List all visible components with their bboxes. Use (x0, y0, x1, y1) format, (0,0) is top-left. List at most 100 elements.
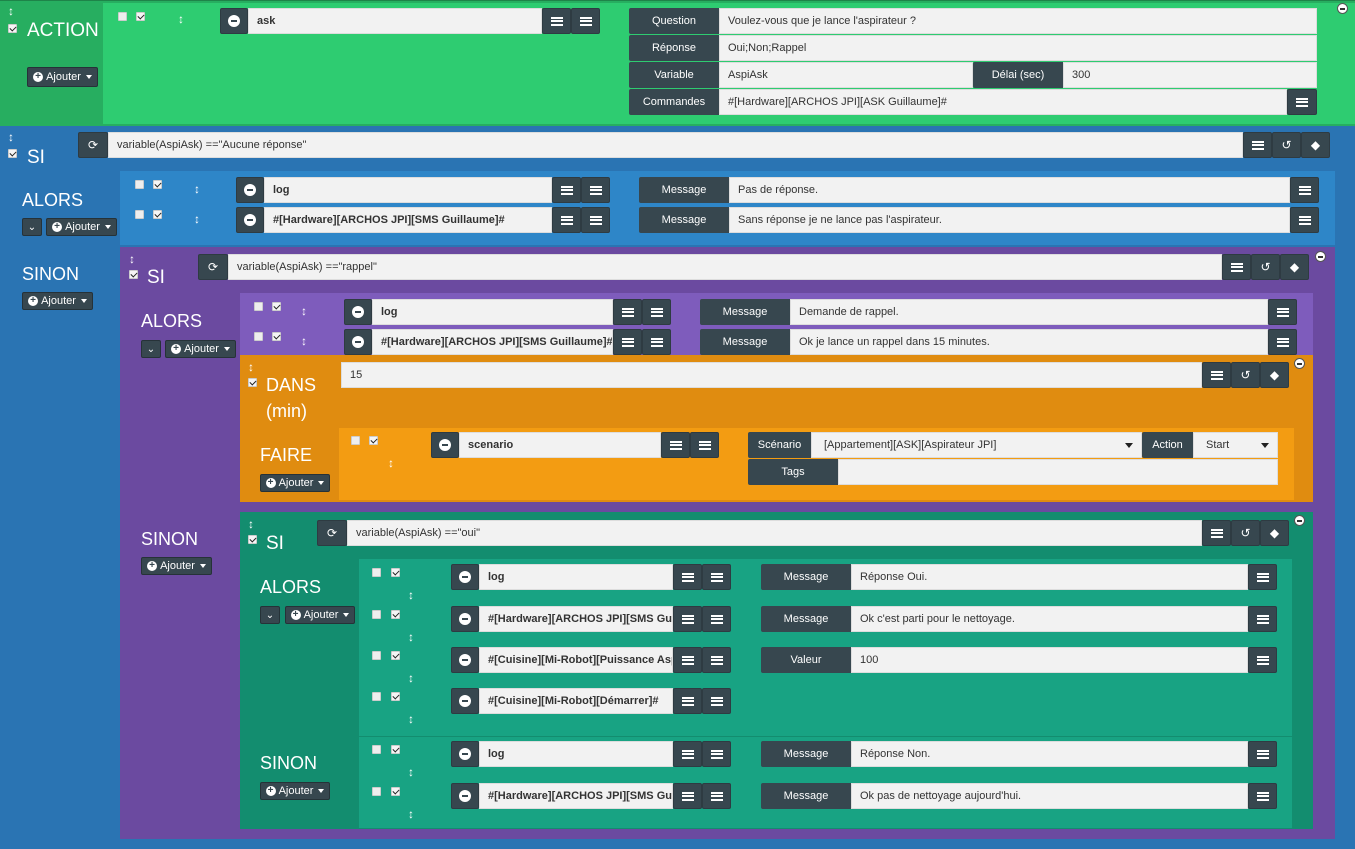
select-command-button[interactable] (542, 8, 571, 34)
remove-action-button[interactable] (451, 647, 479, 673)
select-command-button[interactable] (613, 329, 642, 355)
select-command-button-2[interactable] (642, 299, 671, 325)
message-input[interactable]: Sans réponse je ne lance pas l'aspirateu… (729, 207, 1290, 233)
select-command-button-2[interactable] (702, 647, 731, 673)
message-list-button[interactable] (1248, 606, 1277, 632)
si2-cube-button[interactable]: ◆ (1280, 254, 1309, 280)
si3-alors-add-button[interactable]: + Ajouter (285, 606, 355, 624)
si1-cube-button[interactable]: ◆ (1301, 132, 1330, 158)
reponse-input[interactable]: Oui;Non;Rappel (719, 35, 1317, 61)
select-command-button-2[interactable] (571, 8, 600, 34)
row-checkbox[interactable] (351, 436, 360, 445)
select-command-button[interactable] (552, 207, 581, 233)
action-command-input[interactable]: log (264, 177, 552, 203)
drag-handle-icon[interactable]: ↕ (407, 808, 415, 820)
remove-action-button[interactable] (451, 741, 479, 767)
select-command-button[interactable] (673, 564, 702, 590)
action-command-input[interactable]: log (372, 299, 613, 325)
row-checkbox[interactable] (372, 651, 381, 660)
action-command-input[interactable]: #[Cuisine][Mi-Robot][Démarrer]# (479, 688, 673, 714)
action-command-input[interactable]: #[Hardware][ARCHOS JPI][SMS Guillaume]# (372, 329, 613, 355)
select-command-button[interactable] (673, 783, 702, 809)
si2-alors-add-button[interactable]: + Ajouter (165, 340, 236, 358)
select-command-button[interactable] (552, 177, 581, 203)
si2-history-button[interactable]: ↺ (1251, 254, 1280, 280)
drag-handle-icon[interactable]: ↕ (128, 253, 136, 265)
si3-sinon-add-button[interactable]: + Ajouter (260, 782, 330, 800)
si1-list-button[interactable] (1243, 132, 1272, 158)
si1-alors-add-button[interactable]: + Ajouter (46, 218, 117, 236)
tags-input[interactable] (838, 459, 1278, 485)
remove-action-button[interactable] (344, 299, 372, 325)
row-checkbox[interactable] (135, 210, 144, 219)
select-command-button-2[interactable] (702, 606, 731, 632)
variable-input[interactable]: AspiAsk (719, 62, 973, 88)
action-command-input[interactable]: ask (248, 8, 542, 34)
select-command-button-2[interactable] (581, 177, 610, 203)
message-list-button[interactable] (1268, 329, 1297, 355)
row-enabled-checkbox[interactable] (391, 692, 400, 701)
action-enabled-checkbox[interactable] (136, 12, 145, 21)
row-checkbox[interactable] (135, 180, 144, 189)
drag-handle-icon[interactable]: ↕ (177, 13, 185, 25)
scenario-select[interactable]: [Appartement][ASK][Aspirateur JPI] (811, 432, 1142, 458)
si1-sinon-add-button[interactable]: + Ajouter (22, 292, 93, 310)
remove-action-button[interactable] (431, 432, 459, 458)
message-list-button[interactable] (1290, 207, 1319, 233)
message-input[interactable]: Pas de réponse. (729, 177, 1290, 203)
remove-action-button[interactable] (236, 207, 264, 233)
row-enabled-checkbox[interactable] (272, 302, 281, 311)
remove-block-icon[interactable] (1337, 3, 1348, 14)
select-command-button-2[interactable] (581, 207, 610, 233)
collapse-button[interactable]: ⌄ (260, 606, 280, 624)
valeur-input[interactable]: 100 (851, 647, 1248, 673)
row-enabled-checkbox[interactable] (391, 651, 400, 660)
select-command-button-2[interactable] (702, 564, 731, 590)
valeur-list-button[interactable] (1248, 647, 1277, 673)
refresh-button[interactable]: ⟳ (317, 520, 347, 546)
drag-handle-icon[interactable]: ↕ (407, 589, 415, 601)
collapse-button[interactable]: ⌄ (141, 340, 161, 358)
row-enabled-checkbox[interactable] (391, 787, 400, 796)
drag-handle-icon[interactable]: ↕ (407, 631, 415, 643)
row-checkbox[interactable] (254, 332, 263, 341)
collapse-button[interactable]: ⌄ (22, 218, 42, 236)
message-list-button[interactable] (1290, 177, 1319, 203)
drag-handle-icon[interactable]: ↕ (300, 305, 308, 317)
action-command-input[interactable]: #[Hardware][ARCHOS JPI][SMS Guillaume]# (479, 783, 673, 809)
action-enable-checkbox[interactable] (8, 24, 17, 33)
drag-handle-icon[interactable]: ↕ (193, 213, 201, 225)
select-command-button[interactable] (661, 432, 690, 458)
dans-value-input[interactable]: 15 (341, 362, 1202, 388)
drag-handle-icon[interactable]: ↕ (407, 766, 415, 778)
row-enabled-checkbox[interactable] (153, 210, 162, 219)
drag-handle-icon[interactable]: ↕ (407, 672, 415, 684)
select-command-button-2[interactable] (642, 329, 671, 355)
row-checkbox[interactable] (372, 568, 381, 577)
remove-block-icon[interactable] (1294, 515, 1305, 526)
select-command-button[interactable] (613, 299, 642, 325)
drag-handle-icon[interactable]: ↕ (7, 131, 15, 143)
message-input[interactable]: Demande de rappel. (790, 299, 1268, 325)
dans-history-button[interactable]: ↺ (1231, 362, 1260, 388)
select-command-button[interactable] (673, 647, 702, 673)
si3-condition-input[interactable]: variable(AspiAsk) =="oui" (347, 520, 1202, 546)
row-checkbox[interactable] (372, 610, 381, 619)
si3-list-button[interactable] (1202, 520, 1231, 546)
message-input[interactable]: Réponse Oui. (851, 564, 1248, 590)
select-command-button-2[interactable] (702, 783, 731, 809)
select-command-button-2[interactable] (702, 741, 731, 767)
remove-action-button[interactable] (451, 564, 479, 590)
select-command-button-2[interactable] (702, 688, 731, 714)
si3-enable-checkbox[interactable] (248, 535, 257, 544)
row-checkbox[interactable] (372, 745, 381, 754)
message-list-button[interactable] (1268, 299, 1297, 325)
select-command-button-2[interactable] (690, 432, 719, 458)
si3-cube-button[interactable]: ◆ (1260, 520, 1289, 546)
remove-action-button[interactable] (220, 8, 248, 34)
remove-block-icon[interactable] (1315, 251, 1326, 262)
action-command-input[interactable]: log (479, 741, 673, 767)
select-command-button[interactable] (673, 688, 702, 714)
drag-handle-icon[interactable]: ↕ (407, 713, 415, 725)
si2-sinon-add-button[interactable]: + Ajouter (141, 557, 212, 575)
